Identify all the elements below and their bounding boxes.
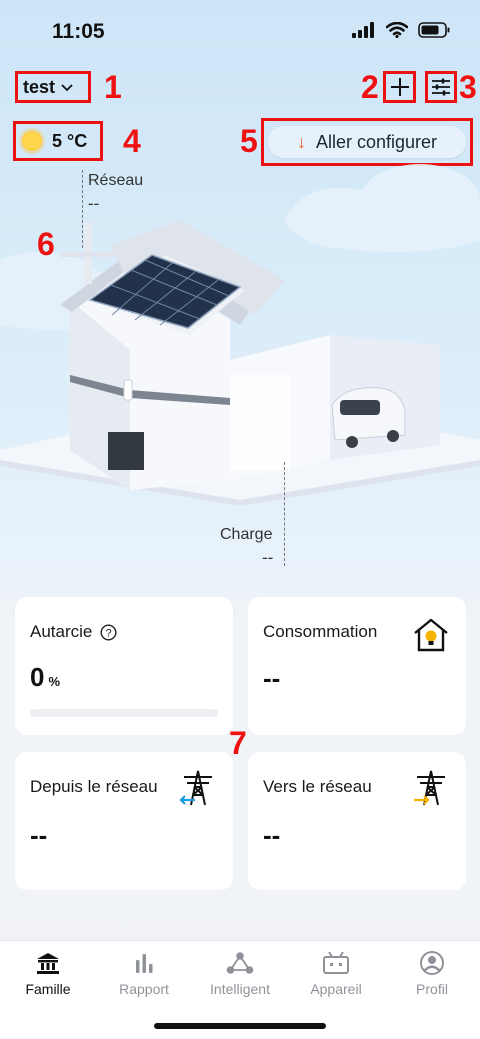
nav-item-famille[interactable]: Famille <box>0 951 96 997</box>
autarky-title: Autarcie <box>30 622 93 641</box>
to-grid-card[interactable]: Vers le réseau -- <box>248 752 466 890</box>
annotation-4: 4 <box>123 123 141 159</box>
wifi-icon <box>386 22 408 38</box>
annotation-2: 2 <box>361 69 379 105</box>
nav-item-appareil[interactable]: Appareil <box>288 951 384 997</box>
consumption-card[interactable]: Consommation -- <box>248 597 466 735</box>
consumption-value: -- <box>263 663 281 693</box>
status-icons <box>352 22 450 38</box>
nav-item-intelligent[interactable]: Intelligent <box>192 951 288 997</box>
annotation-1: 1 <box>104 69 122 105</box>
device-icon <box>323 951 349 974</box>
autarky-value: 0 <box>30 662 45 692</box>
grid-value: -- <box>88 194 100 213</box>
site-name: test <box>23 76 56 97</box>
home-icon <box>37 953 59 974</box>
configure-button-label: Aller configurer <box>315 131 438 152</box>
autarky-card[interactable]: Autarcie ? 0 % <box>15 597 233 735</box>
weather-widget: 5 °C <box>13 121 103 161</box>
arrow-down-icon: ↓ <box>296 131 306 152</box>
nav-label-famille: Famille <box>25 981 71 997</box>
sun-icon <box>22 131 42 151</box>
profile-icon <box>420 951 444 975</box>
annotation-6: 6 <box>37 226 55 262</box>
configure-button[interactable]: ↓ Aller configurer <box>268 126 466 158</box>
nav-label-appareil: Appareil <box>310 981 362 997</box>
signal-icon <box>352 22 374 38</box>
settings-button[interactable] <box>425 71 457 103</box>
help-icon[interactable]: ? <box>100 623 117 641</box>
pylon-export-icon <box>414 770 445 806</box>
charge-value: -- <box>262 548 274 567</box>
pylon-import-icon <box>179 770 212 806</box>
consumption-title: Consommation <box>263 622 378 641</box>
add-button[interactable] <box>383 71 416 103</box>
battery-icon <box>418 22 450 38</box>
from-grid-card[interactable]: Depuis le réseau -- <box>15 752 233 890</box>
annotation-3: 3 <box>459 69 477 105</box>
network-icon <box>226 952 254 974</box>
charge-connector-line <box>284 462 285 566</box>
sliders-icon <box>432 78 450 96</box>
from-grid-title: Depuis le réseau <box>30 777 158 796</box>
nav-item-rapport[interactable]: Rapport <box>96 951 192 997</box>
svg-text:?: ? <box>106 627 112 639</box>
to-grid-title: Vers le réseau <box>263 777 372 796</box>
config-button-frame: ↓ Aller configurer <box>261 118 473 166</box>
to-grid-value: -- <box>263 820 281 850</box>
nav-label-intelligent: Intelligent <box>210 981 270 997</box>
charge-label: Charge <box>220 526 273 543</box>
grid-connector-line <box>82 170 83 248</box>
autarky-unit: % <box>48 674 61 689</box>
site-selector[interactable]: test <box>15 71 91 103</box>
temperature: 5 °C <box>52 130 88 151</box>
autarky-progress-bar <box>30 709 218 717</box>
nav-item-profil[interactable]: Profil <box>384 951 480 997</box>
chevron-down-icon <box>61 80 73 95</box>
status-time: 11:05 <box>52 20 105 43</box>
annotation-5: 5 <box>240 123 258 159</box>
bar-chart-icon <box>136 954 153 973</box>
plus-icon <box>390 78 409 96</box>
grid-label: Réseau <box>88 172 144 189</box>
nav-label-profil: Profil <box>416 981 448 997</box>
home-indicator <box>154 1023 326 1029</box>
from-grid-value: -- <box>30 820 48 850</box>
nav-label-rapport: Rapport <box>119 981 169 997</box>
annotation-7: 7 <box>229 725 247 761</box>
house-bulb-icon <box>414 618 448 652</box>
